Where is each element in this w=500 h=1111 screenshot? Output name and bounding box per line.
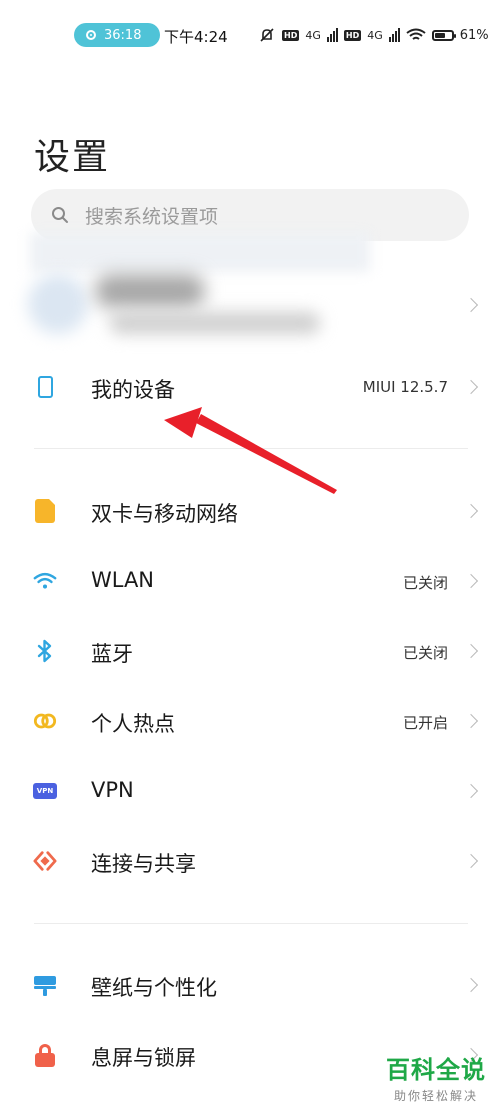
section-divider [34, 923, 468, 924]
chevron-right-icon [463, 643, 479, 659]
watermark-subtitle: 助你轻松解决 [393, 1089, 478, 1103]
account-row[interactable] [0, 232, 500, 347]
settings-item-connection-share[interactable]: 连接与共享 [0, 831, 500, 891]
settings-item-label: WLAN [91, 568, 155, 592]
wallpaper-icon [33, 973, 57, 997]
wifi-icon [33, 569, 57, 593]
hd-badge-1: HD [282, 29, 300, 41]
sim-card-icon [33, 499, 57, 523]
account-subtitle-blurred [110, 312, 320, 334]
settings-item-wallpaper[interactable]: 壁纸与个性化 [0, 955, 500, 1015]
network-type-2: 4G [367, 28, 383, 42]
chevron-right-icon [463, 853, 479, 869]
account-name-blurred [95, 274, 205, 308]
page-title: 设置 [34, 137, 111, 178]
status-bar: 36:18 下午4:24 HD 4G HD 4G 61% [0, 0, 500, 70]
chevron-right-icon [463, 783, 479, 799]
chevron-right-icon [463, 977, 479, 993]
phone-icon [33, 375, 57, 399]
network-type-1: 4G [305, 28, 321, 42]
hd-badge-2: HD [343, 29, 362, 41]
settings-item-hotspot[interactable]: 个人热点 已开启 [0, 691, 500, 751]
wifi-status-icon [406, 28, 426, 40]
status-icons: HD 4G HD 4G 61% [258, 24, 489, 46]
settings-item-value: 已关闭 [402, 574, 448, 592]
settings-item-value: MIUI 12.5.7 [362, 378, 448, 396]
mute-bell-icon [260, 28, 274, 42]
avatar [28, 274, 88, 334]
chevron-right-icon [463, 297, 479, 313]
battery-fill [434, 32, 445, 38]
settings-item-value: 已开启 [402, 714, 448, 732]
watermark-title: 百科全说 [386, 1056, 486, 1084]
signal-icon-1 [326, 28, 338, 42]
connection-share-icon [33, 849, 57, 873]
settings-item-label: 个人热点 [91, 712, 175, 736]
search-icon [52, 207, 68, 223]
settings-item-label: VPN [91, 778, 134, 802]
screen-record-pill[interactable]: 36:18 [74, 23, 160, 47]
settings-item-my-device[interactable]: 我的设备 MIUI 12.5.7 [0, 357, 500, 417]
record-timer: 36:18 [104, 27, 142, 43]
settings-item-value: 已关闭 [402, 644, 448, 662]
record-icon [86, 30, 96, 40]
chevron-right-icon [463, 713, 479, 729]
settings-item-label: 我的设备 [91, 378, 175, 402]
search-placeholder: 搜索系统设置项 [85, 205, 219, 228]
lock-icon [33, 1043, 57, 1067]
chevron-right-icon [463, 573, 479, 589]
status-time: 下午4:24 [164, 28, 228, 46]
settings-item-label: 蓝牙 [91, 642, 133, 666]
settings-item-bluetooth[interactable]: 蓝牙 已关闭 [0, 621, 500, 681]
account-banner [30, 232, 370, 272]
battery-icon [431, 29, 456, 41]
chevron-right-icon [463, 379, 479, 395]
hotspot-icon [33, 709, 57, 733]
signal-icon-2 [388, 28, 400, 42]
settings-item-vpn[interactable]: VPN VPN [0, 761, 500, 821]
settings-item-label: 双卡与移动网络 [91, 502, 238, 526]
settings-item-wlan[interactable]: WLAN 已关闭 [0, 551, 500, 611]
battery-percent: 61% [459, 27, 489, 43]
section-divider [34, 448, 468, 449]
settings-item-label: 息屏与锁屏 [91, 1046, 196, 1070]
watermark-logo: 百科全说 助你轻松解决 [386, 1050, 486, 1104]
bluetooth-icon [33, 639, 57, 663]
settings-item-label: 连接与共享 [91, 852, 196, 876]
chevron-right-icon [463, 503, 479, 519]
vpn-icon: VPN [33, 779, 57, 803]
settings-item-label: 壁纸与个性化 [91, 976, 217, 1000]
settings-item-dual-sim[interactable]: 双卡与移动网络 [0, 481, 500, 541]
